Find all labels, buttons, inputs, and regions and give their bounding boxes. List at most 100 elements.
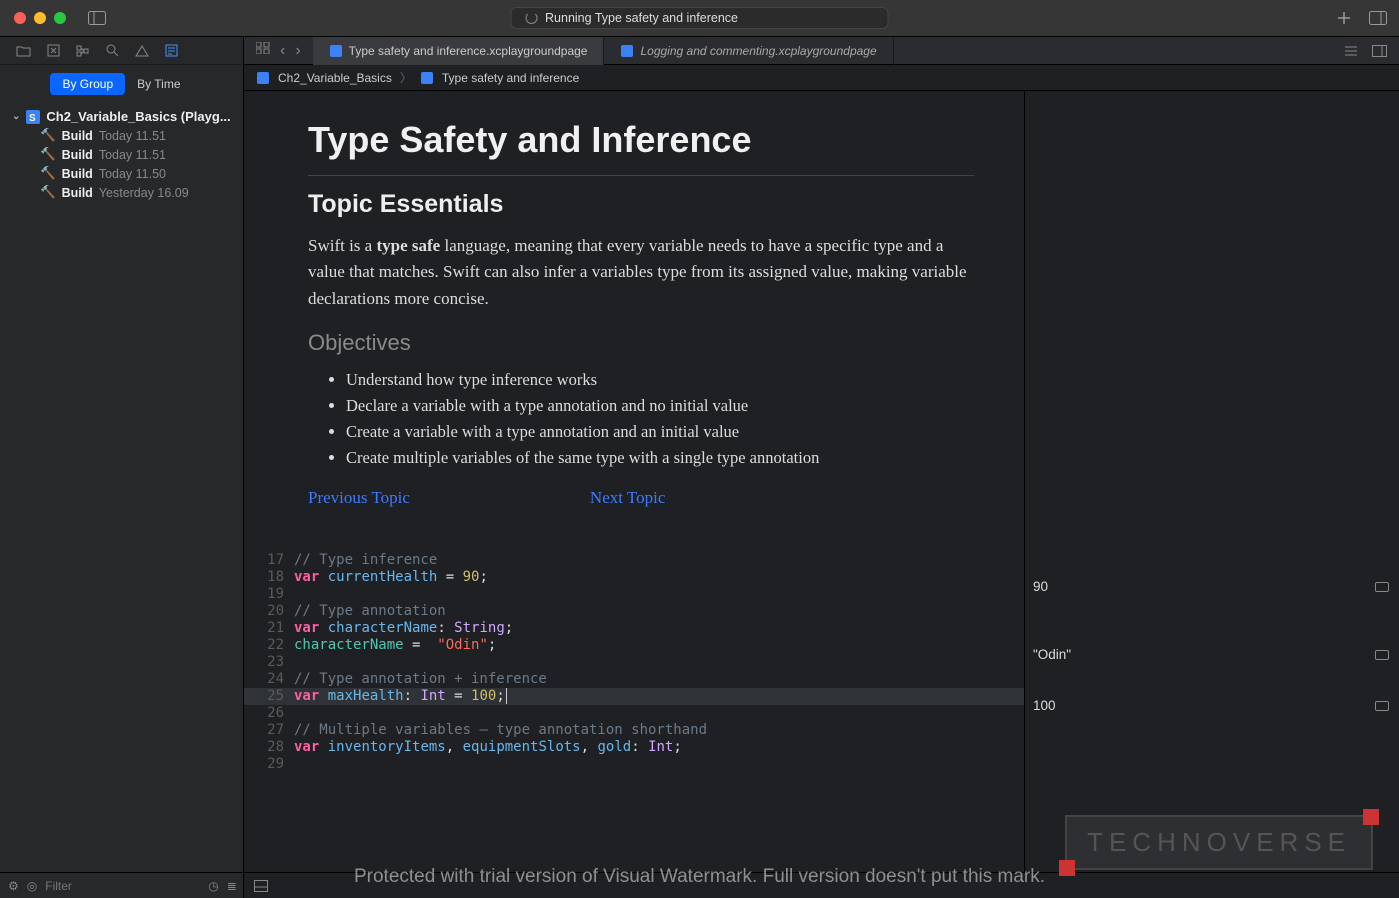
find-icon[interactable] (106, 44, 119, 57)
issues-icon[interactable] (135, 45, 149, 57)
gear-icon[interactable]: ⚙ (8, 879, 19, 893)
chevron-right-icon: 〉 (400, 69, 412, 86)
run-status-text: Running Type safety and inference (545, 11, 738, 25)
objective-item: Create multiple variables of the same ty… (346, 448, 974, 468)
watermark-handle-icon (1363, 809, 1379, 825)
nav-back-icon[interactable]: ‹ (280, 42, 285, 60)
playground-icon: S (26, 110, 40, 124)
close-window-button[interactable] (14, 12, 26, 24)
topic-nav-links: Previous Topic Next Topic (308, 488, 974, 508)
breadcrumb-root: Ch2_Variable_Basics (278, 71, 392, 85)
result-value: "Odin" (1033, 647, 1071, 662)
build-time: Today 11.51 (99, 148, 166, 162)
nav-forward-icon[interactable]: › (295, 42, 300, 60)
previous-topic-link[interactable]: Previous Topic (308, 488, 410, 508)
folder-icon[interactable] (16, 45, 31, 57)
svg-text:S: S (29, 113, 36, 124)
result-value: 90 (1033, 579, 1048, 594)
quicklook-icon[interactable] (1375, 582, 1389, 592)
hammer-icon: 🔨 (40, 185, 56, 200)
reports-icon[interactable] (165, 44, 178, 57)
editor-topbar: ‹ › Type safety and inference.xcplaygrou… (244, 37, 1399, 65)
build-time: Today 11.50 (99, 167, 166, 181)
segment-by-time[interactable]: By Time (125, 73, 192, 95)
tab-label: Logging and commenting.xcplaygroundpage (640, 44, 876, 58)
quicklook-icon[interactable] (1375, 650, 1389, 660)
list-icon[interactable]: ≣ (227, 879, 237, 893)
filter-scope-icon[interactable]: ◎ (27, 879, 37, 893)
result-value: 100 (1033, 698, 1056, 713)
chevron-down-icon: ⌄ (12, 111, 20, 122)
build-label: Build (62, 167, 93, 181)
related-items-icon[interactable] (256, 42, 270, 60)
build-label: Build (62, 186, 93, 200)
hammer-icon: 🔨 (40, 166, 56, 181)
build-label: Build (62, 148, 93, 162)
breadcrumb-page: Type safety and inference (442, 71, 579, 85)
sidebar-toggle-icon[interactable] (88, 11, 106, 25)
next-topic-link[interactable]: Next Topic (590, 488, 665, 508)
filter-input[interactable] (45, 879, 200, 893)
objectives-title: Objectives (308, 330, 974, 356)
project-root-label: Ch2_Variable_Basics (Playg... (46, 109, 230, 124)
spinner-icon (525, 12, 537, 24)
build-row[interactable]: 🔨 Build Yesterday 16.09 (8, 183, 235, 202)
code-editor[interactable]: 17// Type inference 18var currentHealth … (244, 522, 1024, 793)
result-row[interactable]: "Odin" (1025, 646, 1399, 663)
build-time: Yesterday 16.09 (99, 186, 189, 200)
objective-item: Declare a variable with a type annotatio… (346, 396, 974, 416)
watermark-logo: TECHNOVERSE (1065, 815, 1373, 870)
divider (308, 175, 974, 176)
tab-type-safety[interactable]: Type safety and inference.xcplaygroundpa… (313, 37, 605, 65)
tab-logging[interactable]: Logging and commenting.xcplaygroundpage (604, 37, 893, 65)
doc-title: Type Safety and Inference (308, 119, 974, 175)
playground-page-icon (329, 44, 343, 58)
watermark-handle-icon (1059, 860, 1075, 876)
editor-content[interactable]: Type Safety and Inference Topic Essentia… (244, 91, 1024, 872)
add-tab-icon[interactable] (1337, 11, 1351, 25)
clock-icon[interactable]: ◷ (208, 879, 218, 893)
navigator-toolbar (0, 37, 243, 65)
section-body: Swift is a type safe language, meaning t… (308, 233, 974, 312)
result-row[interactable]: 100 (1025, 697, 1399, 714)
debug-toggle-icon[interactable] (254, 880, 268, 892)
editor-tabs: Type safety and inference.xcplaygroundpa… (313, 37, 1332, 65)
run-status-pill[interactable]: Running Type safety and inference (510, 7, 889, 29)
navigator-tree: ⌄ S Ch2_Variable_Basics (Playg... 🔨 Buil… (0, 103, 243, 206)
hammer-icon: 🔨 (40, 147, 56, 162)
symbols-icon[interactable] (76, 45, 90, 57)
editor-area: ‹ › Type safety and inference.xcplaygrou… (244, 37, 1399, 898)
breadcrumb[interactable]: Ch2_Variable_Basics 〉 Type safety and in… (244, 65, 1399, 91)
objective-item: Create a variable with a type annotation… (346, 422, 974, 442)
objective-item: Understand how type inference works (346, 370, 974, 390)
build-row[interactable]: 🔨 Build Today 11.51 (8, 145, 235, 164)
build-time: Today 11.51 (99, 129, 166, 143)
quicklook-icon[interactable] (1375, 701, 1389, 711)
playground-page-icon (420, 71, 434, 85)
source-control-icon[interactable] (47, 44, 60, 57)
section-title: Topic Essentials (308, 190, 974, 219)
result-row[interactable]: 90 (1025, 578, 1399, 595)
traffic-lights (0, 12, 66, 24)
segment-by-group[interactable]: By Group (50, 73, 125, 95)
build-row[interactable]: 🔨 Build Today 11.50 (8, 164, 235, 183)
objectives-list: Understand how type inference works Decl… (308, 370, 974, 468)
navigator-sidebar: By Group By Time ⌄ S Ch2_Variable_Basics… (0, 37, 244, 898)
results-sidebar: 90 "Odin" 100 (1024, 91, 1399, 872)
playground-page-icon (620, 44, 634, 58)
tab-label: Type safety and inference.xcplaygroundpa… (349, 44, 588, 58)
hammer-icon: 🔨 (40, 128, 56, 143)
build-row[interactable]: 🔨 Build Today 11.51 (8, 126, 235, 145)
minimize-window-button[interactable] (34, 12, 46, 24)
navigator-footer: ⚙ ◎ ◷ ≣ (0, 872, 243, 898)
build-label: Build (62, 129, 93, 143)
adjust-editor-icon[interactable] (1372, 45, 1387, 57)
playground-icon (256, 71, 270, 85)
watermark-text: Protected with trial version of Visual W… (354, 866, 1045, 888)
titlebar: Running Type safety and inference (0, 0, 1399, 37)
library-icon[interactable] (1369, 11, 1387, 25)
project-root-row[interactable]: ⌄ S Ch2_Variable_Basics (Playg... (8, 107, 235, 126)
editor-mode-icon[interactable] (1344, 45, 1358, 57)
maximize-window-button[interactable] (54, 12, 66, 24)
navigator-segmented: By Group By Time (0, 65, 243, 103)
